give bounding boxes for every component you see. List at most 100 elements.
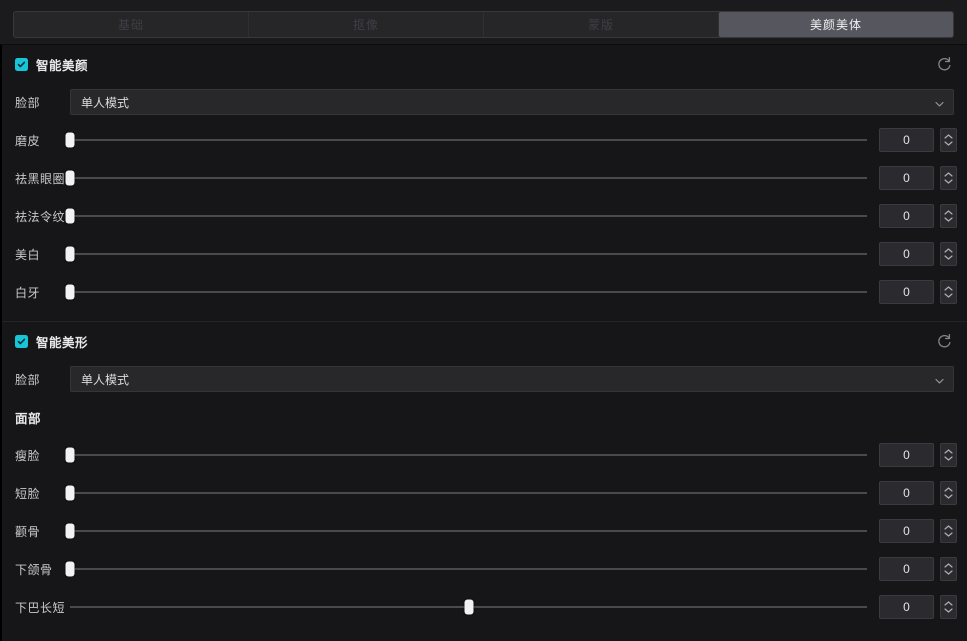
slider-thumb[interactable]: [65, 284, 75, 300]
tab-keying[interactable]: 抠像: [249, 12, 484, 37]
stepper-buttons[interactable]: [940, 280, 957, 304]
tab-bar: 基础 抠像 蒙版 美颜美体: [0, 0, 967, 45]
slider-row-chin-length: 下巴长短 0: [2, 588, 967, 626]
value-input[interactable]: 0: [879, 128, 934, 152]
slider-track: [70, 177, 867, 179]
slider-row-whitening: 美白 0: [2, 235, 967, 273]
value-input[interactable]: 0: [879, 519, 934, 543]
value-stepper-teeth-whitening: 0: [879, 280, 957, 304]
face-mode-label: 脸部: [15, 372, 41, 387]
value-input[interactable]: 0: [879, 204, 934, 228]
tab-label: 基础: [117, 18, 144, 32]
slider-thumb[interactable]: [464, 599, 473, 615]
slider-dark-circles[interactable]: [65, 168, 867, 188]
section-header-smart-beauty: 智能美颜: [2, 45, 967, 83]
value-input[interactable]: 0: [879, 557, 934, 581]
group-heading-row-face: 面部: [2, 398, 967, 436]
slider-teeth-whitening[interactable]: [65, 282, 867, 302]
group-heading: 面部: [15, 411, 42, 426]
value-input[interactable]: 0: [879, 242, 934, 266]
slider-row-dark-circles: 祛黑眼圈 0: [2, 159, 967, 197]
value-stepper-jawbone: 0: [879, 557, 957, 581]
slider-chin-length[interactable]: [70, 597, 867, 617]
value-input[interactable]: 0: [879, 166, 934, 190]
tab-list: 基础 抠像 蒙版 美颜美体: [13, 11, 954, 38]
slider-row-short-face: 短脸 0: [2, 474, 967, 512]
stepper-buttons[interactable]: [940, 166, 957, 190]
face-mode-value: 单人模式: [81, 372, 130, 387]
value-stepper-whitening: 0: [879, 242, 957, 266]
slider-label: 下颌骨: [15, 562, 53, 577]
slider-row-slim-face: 瘦脸 0: [2, 436, 967, 474]
slider-thumb[interactable]: [65, 132, 75, 148]
slider-thumb[interactable]: [65, 246, 75, 262]
slider-thumb[interactable]: [65, 447, 75, 463]
tab-label: 美颜美体: [809, 18, 862, 32]
slider-slim-face[interactable]: [65, 445, 867, 465]
stepper-buttons[interactable]: [940, 443, 957, 467]
smart-reshape-checkbox[interactable]: [15, 334, 28, 348]
tab-mask[interactable]: 蒙版: [484, 12, 719, 37]
slider-row-mopi: 磨皮 0: [2, 121, 967, 159]
value-stepper-nasolabial: 0: [879, 204, 957, 228]
reset-icon[interactable]: [935, 332, 953, 350]
reset-icon[interactable]: [935, 55, 953, 73]
value-input[interactable]: 0: [879, 595, 934, 619]
beauty-settings-panel: 智能美颜 脸部 单人模式 磨皮 0 祛黑眼圈 0 祛法令纹 0 美白 0 白牙 …: [0, 45, 967, 641]
face-mode-select[interactable]: 单人模式: [70, 366, 954, 392]
slider-short-face[interactable]: [65, 483, 867, 503]
tab-basic[interactable]: 基础: [14, 12, 249, 37]
section-header-smart-reshape: 智能美形: [2, 322, 967, 360]
face-mode-select[interactable]: 单人模式: [70, 89, 954, 115]
value-stepper-dark-circles: 0: [879, 166, 957, 190]
slider-row-jawbone: 下颌骨 0: [2, 550, 967, 588]
slider-row-cheekbone: 颧骨 0: [2, 512, 967, 550]
slider-cheekbone[interactable]: [65, 521, 867, 541]
value-input[interactable]: 0: [879, 443, 934, 467]
slider-track: [70, 253, 867, 255]
slider-jawbone[interactable]: [65, 559, 867, 579]
slider-thumb[interactable]: [65, 523, 75, 539]
stepper-buttons[interactable]: [940, 481, 957, 505]
value-stepper-chin-length: 0: [879, 595, 957, 619]
stepper-buttons[interactable]: [940, 519, 957, 543]
slider-track: [70, 291, 867, 293]
slider-track: [70, 530, 867, 532]
slider-thumb[interactable]: [65, 485, 75, 501]
slider-nasolabial[interactable]: [65, 206, 867, 226]
stepper-buttons[interactable]: [940, 204, 957, 228]
slider-row-teeth-whitening: 白牙 0: [2, 273, 967, 311]
slider-thumb[interactable]: [65, 208, 75, 224]
tab-label: 蒙版: [587, 18, 614, 32]
slider-mopi[interactable]: [65, 130, 867, 150]
slider-track: [70, 139, 867, 141]
slider-label: 下巴长短: [15, 600, 66, 615]
slider-label: 美白: [15, 247, 41, 262]
value-stepper-short-face: 0: [879, 481, 957, 505]
face-mode-label: 脸部: [15, 95, 41, 110]
slider-thumb[interactable]: [65, 561, 75, 577]
slider-track: [70, 215, 867, 217]
chevron-down-icon: [935, 375, 944, 384]
stepper-buttons[interactable]: [940, 242, 957, 266]
chevron-down-icon: [935, 98, 944, 107]
slider-label: 祛法令纹: [15, 209, 66, 224]
face-mode-row-beauty: 脸部 单人模式: [2, 83, 967, 121]
smart-beauty-checkbox[interactable]: [15, 57, 28, 71]
face-mode-row-reshape: 脸部 单人模式: [2, 360, 967, 398]
slider-label: 祛黑眼圈: [15, 171, 66, 186]
value-input[interactable]: 0: [879, 481, 934, 505]
section-title: 智能美颜: [36, 58, 89, 73]
tab-beauty-body[interactable]: 美颜美体: [719, 12, 953, 37]
face-mode-value: 单人模式: [81, 95, 130, 110]
value-input[interactable]: 0: [879, 280, 934, 304]
stepper-buttons[interactable]: [940, 595, 957, 619]
stepper-buttons[interactable]: [940, 557, 957, 581]
slider-thumb[interactable]: [65, 170, 75, 186]
slider-row-nasolabial: 祛法令纹 0: [2, 197, 967, 235]
slider-label: 瘦脸: [15, 448, 41, 463]
stepper-buttons[interactable]: [940, 128, 957, 152]
slider-whitening[interactable]: [65, 244, 867, 264]
slider-label: 短脸: [15, 486, 41, 501]
slider-label: 颧骨: [15, 524, 41, 539]
